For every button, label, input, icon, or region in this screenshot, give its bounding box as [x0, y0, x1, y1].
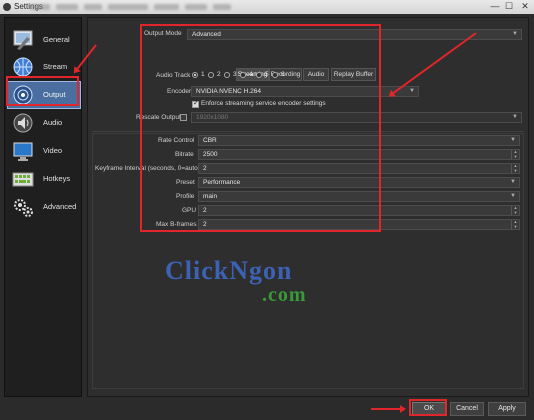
- bitrate-label: Bitrate: [175, 151, 194, 158]
- maximize-button[interactable]: ☐: [502, 1, 516, 12]
- tab-replay-buffer[interactable]: Replay Buffer: [331, 68, 376, 81]
- ok-button[interactable]: OK: [412, 402, 446, 416]
- monitor-icon: [13, 142, 33, 161]
- spin-arrows-icon[interactable]: ▲ ▼: [511, 149, 519, 159]
- audio-track-number: 2: [217, 71, 221, 78]
- sidebar-item-label: Hotkeys: [43, 174, 71, 183]
- chevron-down-icon: ▼: [512, 31, 518, 37]
- audio-track-radio-2[interactable]: [208, 72, 214, 78]
- profile-select[interactable]: main ▼: [198, 191, 520, 202]
- max-bframes-label: Max B-frames: [156, 221, 197, 228]
- gpu-spinbox[interactable]: 2 ▲ ▼: [198, 205, 520, 216]
- preset-select[interactable]: Performance ▼: [198, 177, 520, 188]
- max-bframes-value: 2: [203, 221, 207, 228]
- watermark-domain: .com: [262, 284, 307, 306]
- audio-track-number: 4: [249, 71, 253, 78]
- sidebar-item-output[interactable]: Output: [7, 81, 81, 109]
- output-mode-value: Advanced: [192, 31, 221, 38]
- enforce-encoder-checkbox[interactable]: [192, 99, 199, 108]
- bitrate-spinbox[interactable]: 2500 ▲ ▼: [198, 149, 520, 160]
- rescale-output-value: 1920x1080: [196, 114, 229, 121]
- wrench-icon: [13, 30, 33, 50]
- audio-track-number: 3: [233, 71, 237, 78]
- sidebar-item-audio[interactable]: Audio: [8, 110, 80, 136]
- sidebar-item-general[interactable]: General: [8, 27, 80, 53]
- rate-control-value: CBR: [203, 137, 217, 144]
- encoder-label: Encoder: [167, 88, 192, 95]
- encoder-select[interactable]: NVIDIA NVENC H.264 ▼: [191, 86, 419, 97]
- preset-label: Preset: [176, 179, 195, 186]
- max-bframes-spinbox[interactable]: 2 ▲ ▼: [198, 219, 520, 230]
- gpu-value: 2: [203, 207, 207, 214]
- annotation-arrow-to-ok: [371, 405, 406, 413]
- audio-track-label: Audio Track: [156, 72, 191, 79]
- tab-audio[interactable]: Audio: [303, 68, 329, 81]
- rescale-output-select[interactable]: 1920x1080 ▼: [191, 112, 522, 123]
- apply-button[interactable]: Apply: [488, 402, 526, 416]
- spin-arrows-icon[interactable]: ▲ ▼: [511, 205, 519, 215]
- gears-icon: [14, 199, 33, 217]
- audio-track-number: 6: [281, 71, 285, 78]
- speaker-icon: [13, 113, 33, 133]
- sidebar-item-advanced[interactable]: Advanced: [8, 194, 80, 220]
- spin-arrows-icon[interactable]: ▲ ▼: [511, 219, 519, 229]
- sidebar-item-label: Stream: [43, 62, 68, 71]
- rate-control-label: Rate Control: [158, 137, 195, 144]
- sidebar-item-label: Output: [43, 90, 66, 99]
- profile-value: main: [203, 193, 218, 200]
- title-bar: Settings — ☐ ✕: [0, 0, 534, 14]
- settings-window: General Stream Output Audio Video Hotkey…: [0, 14, 534, 420]
- sidebar-item-label: General: [43, 35, 70, 44]
- sidebar-item-label: Audio: [43, 118, 63, 127]
- chevron-down-icon: ▼: [510, 193, 516, 199]
- output-settings-panel: Output Mode Advanced ▼ Streaming Recordin…: [87, 17, 529, 397]
- spin-arrows-icon[interactable]: ▲ ▼: [511, 163, 519, 173]
- signal-icon: [13, 85, 33, 105]
- profile-label: Profile: [176, 193, 195, 200]
- sidebar-item-hotkeys[interactable]: Hotkeys: [8, 166, 80, 192]
- enforce-encoder-label: Enforce streaming service encoder settin…: [201, 100, 326, 107]
- sidebar-item-label: Advanced: [43, 202, 77, 211]
- rescale-output-checkbox[interactable]: [180, 114, 187, 121]
- sidebar-item-stream[interactable]: Stream: [8, 54, 80, 80]
- blurred-background-menu: [30, 3, 290, 11]
- audio-track-radio-6[interactable]: [272, 72, 278, 78]
- keyframe-interval-label: Keyframe Interval (seconds, 0=auto): [95, 165, 200, 172]
- chevron-down-icon: ▼: [409, 88, 415, 94]
- encoder-value: NVIDIA NVENC H.264: [196, 88, 262, 95]
- bitrate-value: 2500: [203, 151, 218, 158]
- audio-track-radio-5[interactable]: [256, 72, 262, 78]
- rate-control-select[interactable]: CBR ▼: [198, 135, 520, 146]
- sidebar-item-video[interactable]: Video: [8, 138, 80, 164]
- audio-track-number: 5: [265, 71, 269, 78]
- keyframe-interval-value: 2: [203, 165, 207, 172]
- app-icon: [3, 3, 11, 11]
- keyboard-icon: [12, 172, 34, 187]
- chevron-down-icon: ▼: [510, 179, 516, 185]
- audio-track-number: 1: [201, 71, 205, 78]
- rescale-output-label: Rescale Output: [136, 114, 181, 121]
- chevron-down-icon: ▼: [512, 114, 518, 120]
- watermark-text: ClickNgon: [165, 256, 293, 285]
- globe-icon: [13, 57, 33, 77]
- close-button[interactable]: ✕: [518, 1, 532, 12]
- output-mode-label: Output Mode: [144, 30, 182, 37]
- gpu-label: GPU: [182, 207, 197, 214]
- audio-track-radio-3[interactable]: [224, 72, 230, 78]
- preset-value: Performance: [203, 179, 241, 186]
- sidebar-item-label: Video: [43, 146, 63, 155]
- section-divider: [92, 131, 524, 132]
- settings-sidebar: General Stream Output Audio Video Hotkey…: [4, 17, 82, 397]
- minimize-button[interactable]: —: [488, 1, 502, 12]
- audio-track-radio-4[interactable]: [240, 72, 246, 78]
- chevron-down-icon: ▼: [510, 137, 516, 143]
- keyframe-interval-spinbox[interactable]: 2 ▲ ▼: [198, 163, 520, 174]
- cancel-button[interactable]: Cancel: [450, 402, 484, 416]
- audio-track-radio-1[interactable]: [192, 72, 198, 78]
